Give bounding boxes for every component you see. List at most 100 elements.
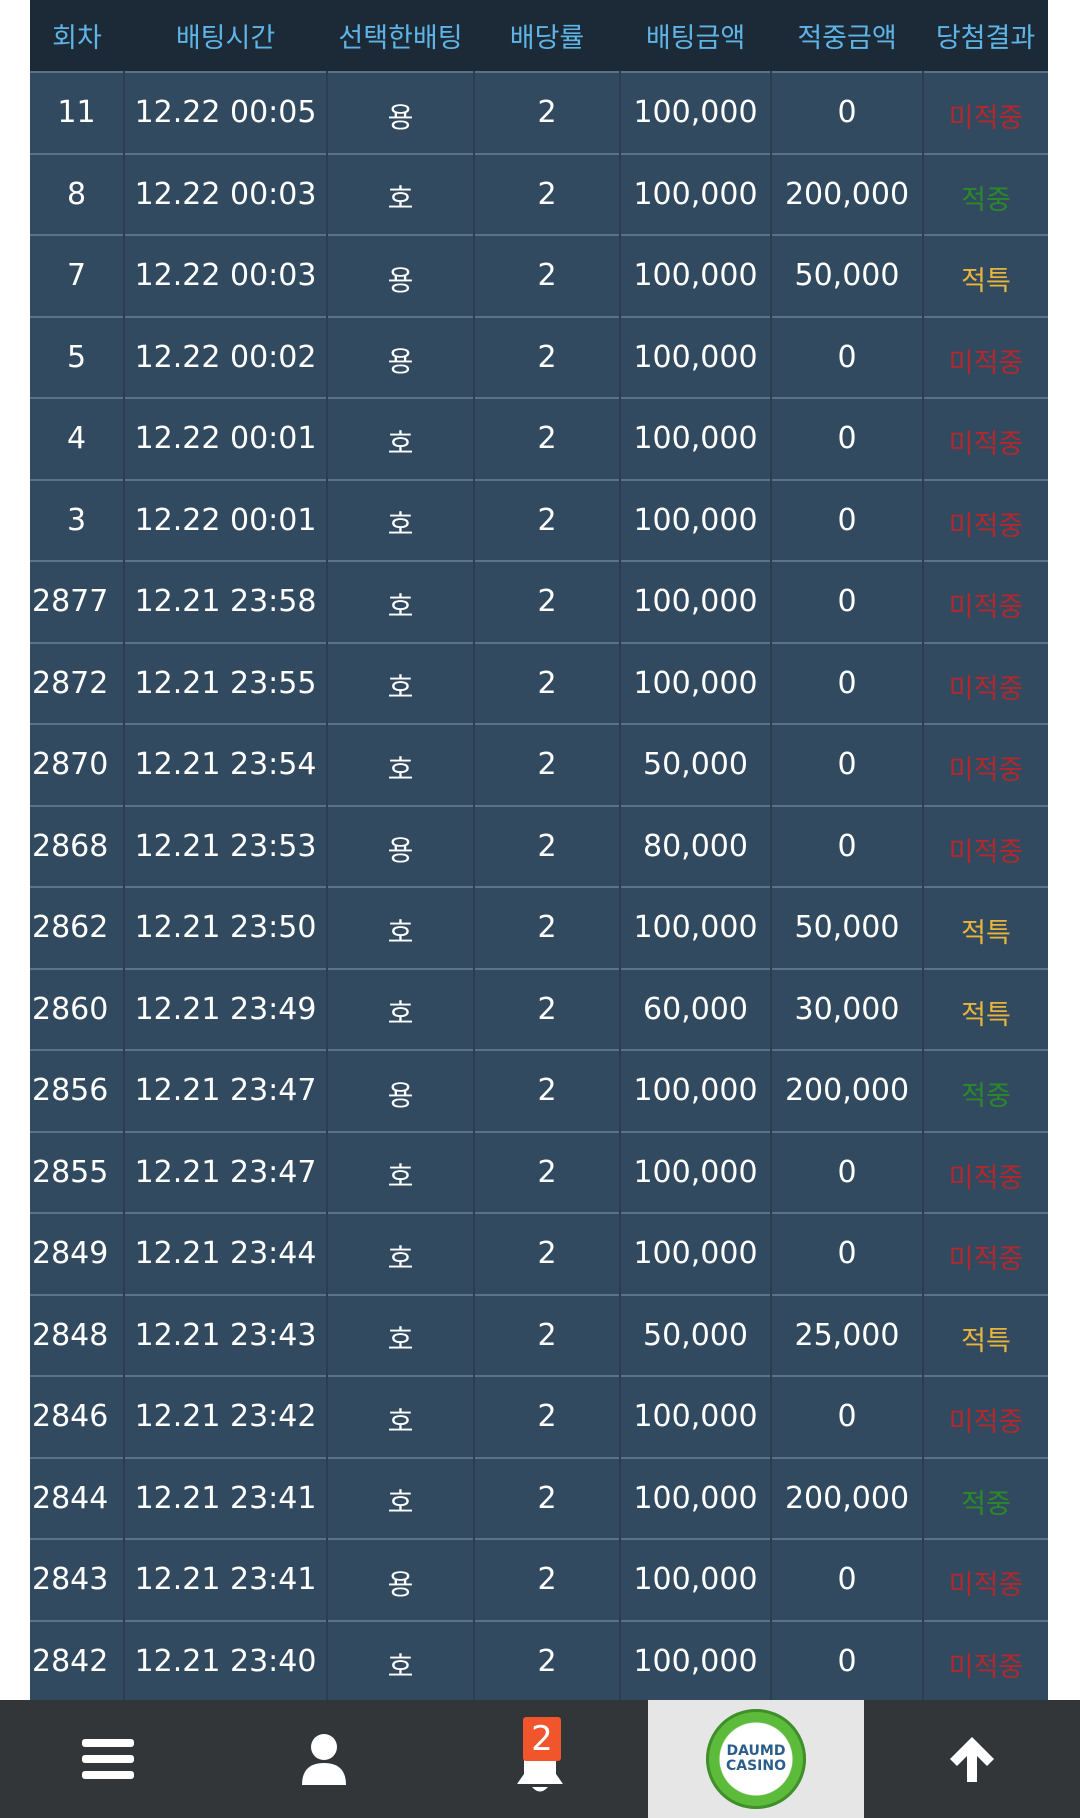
- notifications-button[interactable]: 2: [432, 1700, 648, 1818]
- cell-bet-time: 12.21 23:50: [124, 886, 328, 969]
- table-row: 2848 12.21 23:43 호 2 50,000 25,000 적특: [30, 1293, 1048, 1376]
- cell-win-amount: 0: [771, 71, 924, 154]
- table-row: 4 12.22 00:01 호 2 100,000 0 미적중: [30, 397, 1048, 480]
- cell-bet-time: 12.22 00:05: [124, 71, 328, 154]
- cell-chosen-bet: 용: [327, 1049, 475, 1132]
- cell-chosen-bet: 호: [327, 1293, 475, 1376]
- table-row: 2844 12.21 23:41 호 2 100,000 200,000 적중: [30, 1456, 1048, 1539]
- cell-bet-amount: 50,000: [620, 723, 772, 806]
- cell-round: 2855: [30, 1130, 125, 1213]
- cell-chosen-bet: 호: [327, 152, 475, 235]
- cell-bet-amount: 100,000: [620, 478, 772, 561]
- cell-win-amount: 0: [771, 560, 924, 643]
- logo-text-line1: DAUMD: [726, 1743, 786, 1759]
- cell-bet-amount: 100,000: [620, 1619, 772, 1700]
- cell-bet-amount: 100,000: [620, 234, 772, 317]
- cell-round: 7: [30, 234, 125, 317]
- cell-odds: 2: [474, 152, 621, 235]
- cell-result: 미적중: [923, 1538, 1048, 1621]
- cell-chosen-bet: 용: [327, 234, 475, 317]
- cell-bet-time: 12.22 00:03: [124, 152, 328, 235]
- cell-odds: 2: [474, 641, 621, 724]
- cell-round: 2856: [30, 1049, 125, 1132]
- table-body: 11 12.22 00:05 용 2 100,000 0 미적중 8 12.22 00:03 호 2…: [30, 71, 1048, 1700]
- cell-odds: 2: [474, 1049, 621, 1132]
- cell-result: 미적중: [923, 1619, 1048, 1700]
- table-row: 2860 12.21 23:49 호 2 60,000 30,000 적특: [30, 967, 1048, 1050]
- cell-result: 미적중: [923, 315, 1048, 398]
- cell-round: 2848: [30, 1293, 125, 1376]
- cell-result: 미적중: [923, 1130, 1048, 1213]
- user-button[interactable]: [216, 1700, 432, 1818]
- cell-win-amount: 50,000: [771, 234, 924, 317]
- cell-win-amount: 0: [771, 478, 924, 561]
- cell-chosen-bet: 호: [327, 723, 475, 806]
- cell-bet-amount: 100,000: [620, 152, 772, 235]
- cell-bet-time: 12.21 23:41: [124, 1456, 328, 1539]
- cell-bet-time: 12.21 23:42: [124, 1375, 328, 1458]
- casino-logo-button[interactable]: DAUMD CASINO: [648, 1700, 864, 1818]
- cell-bet-amount: 100,000: [620, 1212, 772, 1295]
- cell-bet-time: 12.22 00:02: [124, 315, 328, 398]
- table-row: 2872 12.21 23:55 호 2 100,000 0 미적중: [30, 641, 1048, 724]
- cell-odds: 2: [474, 1375, 621, 1458]
- menu-button[interactable]: [0, 1700, 216, 1818]
- bet-history-table-container[interactable]: 회차 배팅시간 선택한배팅 배당률 배팅금액 적중금액 당첨결과 11 12.22…: [30, 0, 1048, 1700]
- cell-odds: 2: [474, 234, 621, 317]
- cell-bet-time: 12.21 23:47: [124, 1130, 328, 1213]
- cell-result: 적특: [923, 967, 1048, 1050]
- cell-odds: 2: [474, 1130, 621, 1213]
- cell-odds: 2: [474, 1538, 621, 1621]
- cell-bet-amount: 100,000: [620, 1375, 772, 1458]
- header-chosen-bet: 선택한배팅: [338, 23, 463, 54]
- cell-odds: 2: [474, 1212, 621, 1295]
- cell-round: 2862: [30, 886, 125, 969]
- cell-bet-amount: 80,000: [620, 804, 772, 887]
- scroll-top-button[interactable]: [864, 1700, 1080, 1818]
- cell-round: 2842: [30, 1619, 125, 1700]
- cell-win-amount: 0: [771, 641, 924, 724]
- cell-win-amount: 0: [771, 723, 924, 806]
- header-round: 회차: [52, 23, 102, 54]
- cell-win-amount: 0: [771, 1212, 924, 1295]
- cell-bet-time: 12.21 23:40: [124, 1619, 328, 1700]
- cell-round: 2846: [30, 1375, 125, 1458]
- cell-chosen-bet: 호: [327, 478, 475, 561]
- cell-round: 2870: [30, 723, 125, 806]
- header-odds: 배당률: [509, 23, 585, 54]
- table-row: 2843 12.21 23:41 용 2 100,000 0 미적중: [30, 1538, 1048, 1621]
- header-bet-time: 배팅시간: [175, 23, 276, 54]
- table-row: 5 12.22 00:02 용 2 100,000 0 미적중: [30, 315, 1048, 398]
- cell-win-amount: 0: [771, 315, 924, 398]
- cell-bet-amount: 100,000: [620, 71, 772, 154]
- cell-win-amount: 200,000: [771, 1049, 924, 1132]
- table-row: 11 12.22 00:05 용 2 100,000 0 미적중: [30, 71, 1048, 154]
- cell-round: 2877: [30, 560, 125, 643]
- cell-bet-time: 12.22 00:01: [124, 478, 328, 561]
- cell-bet-time: 12.22 00:03: [124, 234, 328, 317]
- cell-chosen-bet: 호: [327, 886, 475, 969]
- cell-odds: 2: [474, 478, 621, 561]
- cell-chosen-bet: 호: [327, 560, 475, 643]
- logo-text-line2: CASINO: [725, 1758, 787, 1774]
- daumd-casino-logo: DAUMD CASINO: [706, 1709, 806, 1809]
- cell-odds: 2: [474, 1619, 621, 1700]
- cell-win-amount: 0: [771, 1619, 924, 1700]
- table-header-row: 회차 배팅시간 선택한배팅 배당률 배팅금액 적중금액 당첨결과: [30, 0, 1048, 72]
- cell-odds: 2: [474, 1456, 621, 1539]
- notification-badge: 2: [523, 1717, 561, 1761]
- cell-chosen-bet: 호: [327, 967, 475, 1050]
- cell-result: 미적중: [923, 1212, 1048, 1295]
- cell-odds: 2: [474, 723, 621, 806]
- cell-win-amount: 50,000: [771, 886, 924, 969]
- bet-history-table: 회차 배팅시간 선택한배팅 배당률 배팅금액 적중금액 당첨결과 11 12.22…: [30, 0, 1048, 1700]
- cell-chosen-bet: 용: [327, 1538, 475, 1621]
- cell-bet-time: 12.21 23:53: [124, 804, 328, 887]
- cell-round: 2868: [30, 804, 125, 887]
- cell-bet-amount: 100,000: [620, 1538, 772, 1621]
- cell-result: 미적중: [923, 478, 1048, 561]
- cell-bet-amount: 100,000: [620, 397, 772, 480]
- cell-odds: 2: [474, 804, 621, 887]
- cell-result: 미적중: [923, 804, 1048, 887]
- menu-icon: [82, 1739, 134, 1779]
